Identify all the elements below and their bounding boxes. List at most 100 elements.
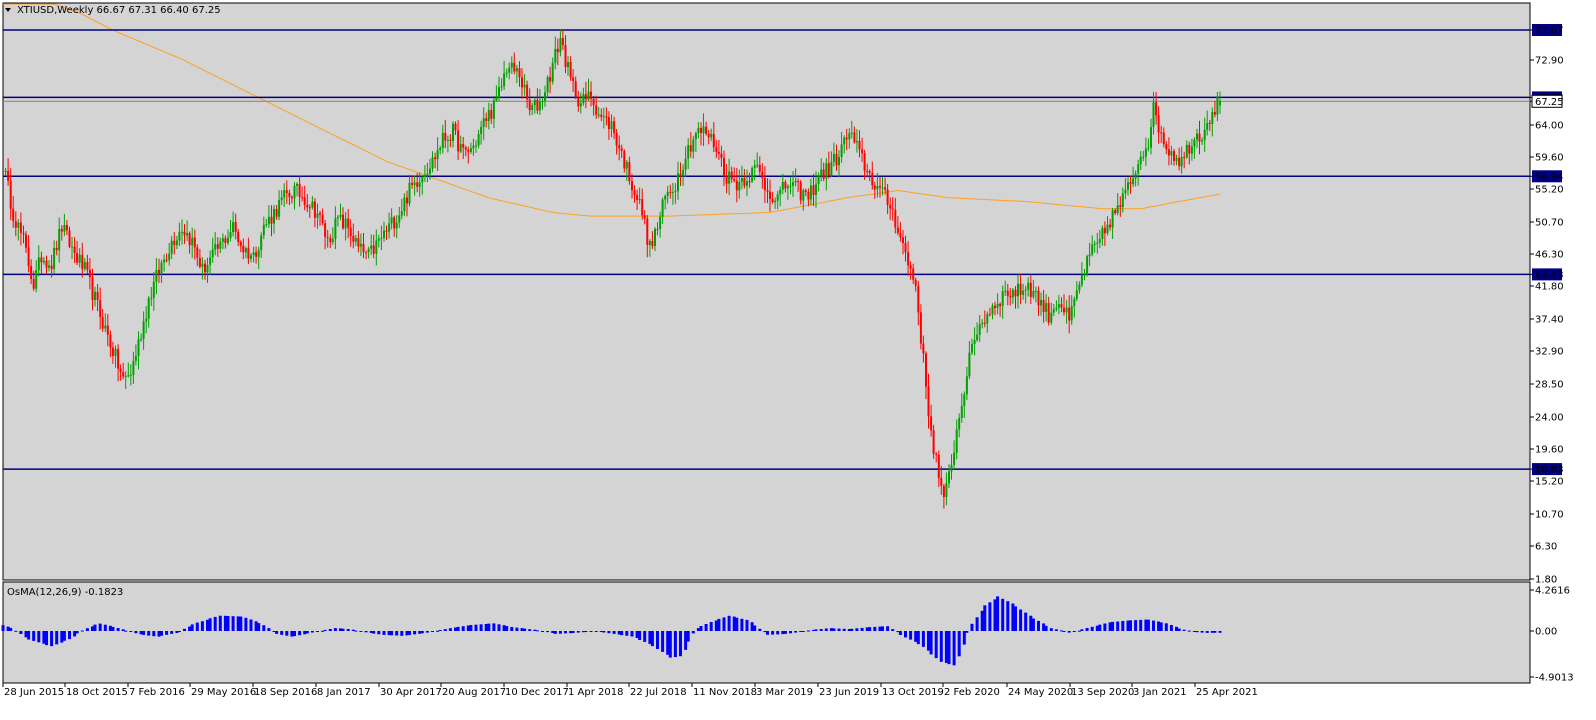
osma-bar xyxy=(873,626,877,631)
candle-body xyxy=(602,116,605,118)
osma-bar xyxy=(684,631,688,650)
candle-body xyxy=(886,189,889,205)
time-tick-label: 18 Sep 2016 xyxy=(254,687,317,698)
candle-body xyxy=(710,134,713,138)
candle-body xyxy=(9,180,12,209)
candle-body xyxy=(792,182,794,186)
candle-body xyxy=(1006,290,1009,296)
candle-body xyxy=(339,214,342,217)
candle-body xyxy=(40,257,43,263)
candle-body xyxy=(531,105,534,110)
osma-bar xyxy=(142,631,146,635)
candle-body xyxy=(178,231,181,241)
candle-body xyxy=(331,239,334,243)
candle-body xyxy=(198,257,201,267)
candle-body xyxy=(1109,224,1112,228)
osma-bar xyxy=(50,631,54,647)
candle-body xyxy=(1050,312,1053,323)
candle-body xyxy=(1052,309,1055,313)
candle-body xyxy=(584,94,587,100)
osma-bar xyxy=(1,625,5,631)
candle-body xyxy=(421,176,424,183)
candle-body xyxy=(459,144,462,152)
candle-body xyxy=(912,268,915,280)
candle-body xyxy=(879,186,881,188)
candle-body xyxy=(1057,304,1060,308)
level-price-label: 77.07 xyxy=(1535,26,1564,37)
level-price-label: 43.43 xyxy=(1535,270,1564,281)
candle-body xyxy=(1147,147,1150,149)
candle-body xyxy=(255,252,258,257)
candle-body xyxy=(303,197,306,205)
candle-body xyxy=(625,162,628,169)
candle-body xyxy=(71,246,73,248)
candle-body xyxy=(1063,307,1065,313)
candle-body xyxy=(1096,242,1099,244)
candle-body xyxy=(242,245,245,253)
candle-body xyxy=(597,114,600,116)
osma-bar xyxy=(975,617,979,631)
osma-bar xyxy=(939,631,943,662)
candle-body xyxy=(216,244,219,249)
candle-body xyxy=(68,230,71,247)
candle-body xyxy=(232,222,235,232)
candle-body xyxy=(316,213,319,218)
candle-body xyxy=(1009,295,1012,298)
osma-bar xyxy=(819,629,823,631)
osma-bar xyxy=(226,616,230,631)
osma-bar xyxy=(55,631,59,645)
osma-bar xyxy=(298,631,302,636)
candle-body xyxy=(211,249,214,258)
candle-body xyxy=(426,174,429,177)
candle-body xyxy=(697,128,700,134)
osma-bar xyxy=(257,623,261,631)
osma-bar xyxy=(377,631,381,635)
osma-bar xyxy=(965,631,969,633)
osma-bar xyxy=(709,622,713,631)
candle-body xyxy=(441,132,444,148)
candle-body xyxy=(469,148,472,152)
osma-bar xyxy=(206,619,209,631)
candle-body xyxy=(971,344,973,353)
candle-body xyxy=(1119,205,1122,207)
candle-body xyxy=(234,222,237,232)
candle-body xyxy=(717,151,720,154)
candle-body xyxy=(221,238,224,242)
osma-bar xyxy=(1001,598,1005,631)
candle-body xyxy=(1183,157,1186,158)
chart-window[interactable]: 77.0772.9067.7867.2564.0059.6056.9455.20… xyxy=(0,0,1596,716)
osma-axis: 4.2616 0.00 -4.9013 xyxy=(1530,586,1574,684)
osma-bar xyxy=(799,631,803,632)
osma-bar xyxy=(68,631,71,640)
candle-body xyxy=(1078,284,1081,291)
osma-bar xyxy=(988,602,992,631)
candle-body xyxy=(388,223,391,232)
osma-bar xyxy=(564,631,567,634)
candle-body xyxy=(406,197,408,204)
candle-body xyxy=(574,81,577,98)
candle-body xyxy=(1165,144,1168,150)
candle-body xyxy=(615,132,618,146)
osma-bar xyxy=(832,628,836,631)
osma-bar xyxy=(1159,622,1163,631)
candle-body xyxy=(958,418,961,430)
osma-bar xyxy=(1182,629,1186,631)
osma-bar xyxy=(249,619,253,631)
osma-bar xyxy=(1187,630,1191,632)
candle-body xyxy=(206,264,209,273)
candle-body xyxy=(55,248,58,251)
candle-body xyxy=(960,405,963,418)
candle-body xyxy=(549,77,552,82)
candle-body xyxy=(94,291,96,301)
osma-bar xyxy=(806,630,810,632)
osma-tick-label: 4.2616 xyxy=(1535,586,1570,597)
osma-bar xyxy=(1175,626,1178,631)
price-plot-area[interactable] xyxy=(2,2,1531,581)
candle-body xyxy=(1134,173,1137,179)
candle-body xyxy=(326,237,329,239)
candle-body xyxy=(953,452,956,465)
candle-body xyxy=(1185,144,1188,158)
candle-body xyxy=(720,153,723,158)
candle-body xyxy=(730,171,733,180)
symbol-header[interactable]: XTIUSD,Weekly 66.67 67.31 66.40 67.25 xyxy=(5,5,221,16)
